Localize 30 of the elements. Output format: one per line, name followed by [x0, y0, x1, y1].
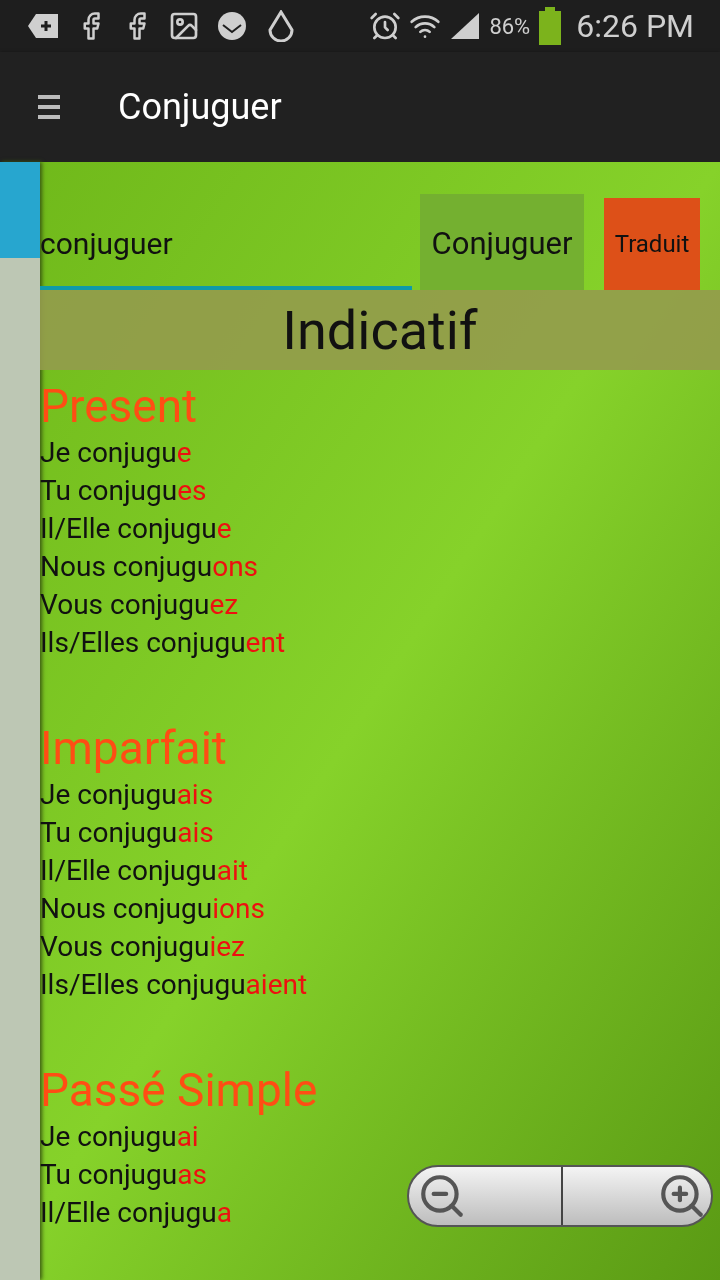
tense-heading: Present	[40, 378, 198, 434]
conjugation-line: Je conjuguais	[40, 777, 214, 813]
conjugation-line: Vous conjuguez	[40, 587, 239, 623]
mood-header: Indicatif	[40, 290, 720, 370]
conjugation-line: Je conjuguai	[40, 1119, 199, 1155]
conjugation-line: Nous conjuguions	[40, 891, 265, 927]
tense-heading: Passé Simple	[40, 1062, 318, 1118]
conjugation-line: Ils/Elles conjuguaient	[40, 967, 308, 1003]
clock-time: 6:26 PM	[576, 6, 694, 47]
tense-heading: Imparfait	[40, 720, 227, 776]
conjugate-button[interactable]: Conjuguer	[420, 194, 584, 290]
battery-percent: 86%	[489, 12, 531, 41]
conjugation-line: Nous conjuguons	[40, 549, 259, 585]
conjugation-line: Je conjugue	[40, 435, 192, 471]
app-title: Conjuguer	[118, 85, 282, 130]
conjugation-line: Il/Elle conjugua	[40, 1195, 232, 1231]
conjugation-line: Tu conjuguas	[40, 1157, 207, 1193]
conjugation-line: Tu conjugues	[40, 473, 207, 509]
alarm-icon	[369, 10, 402, 42]
menu-icon[interactable]	[38, 93, 60, 121]
conjugation-line: Vous conjuguiez	[40, 929, 245, 965]
battery-icon	[538, 7, 563, 45]
conjugation-line: Tu conjuguais	[40, 815, 214, 851]
translate-button[interactable]: Traduit	[604, 198, 700, 290]
conjugation-line: Il/Elle conjugue	[40, 511, 232, 547]
conjugation-line: Il/Elle conjuguait	[40, 853, 248, 889]
image-icon	[168, 10, 200, 42]
signal-icon	[449, 11, 482, 41]
conjugation-line: Ils/Elles conjuguent	[40, 625, 286, 661]
tag-plus-icon	[26, 12, 60, 40]
